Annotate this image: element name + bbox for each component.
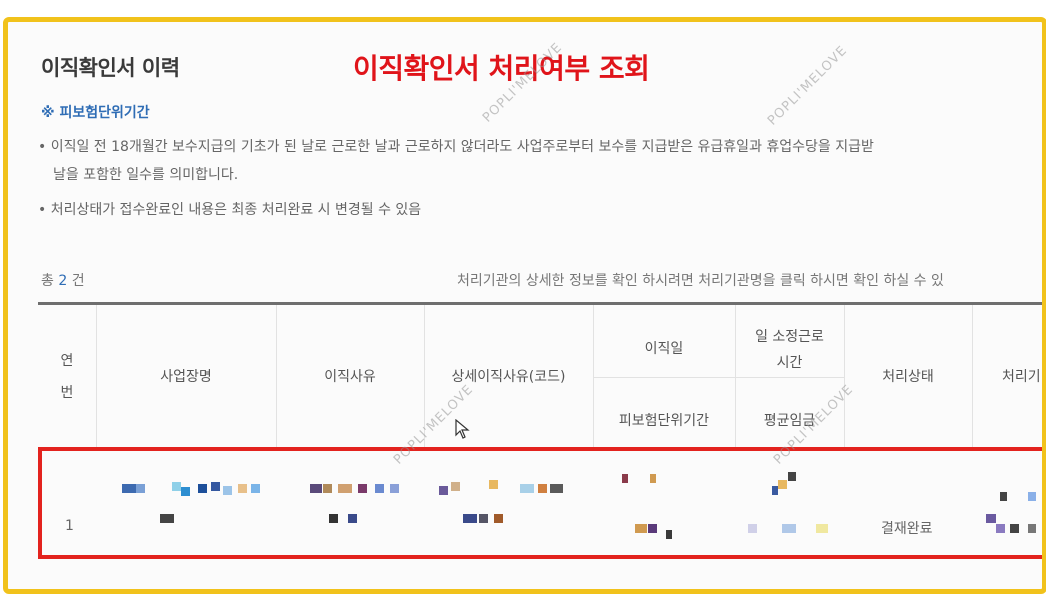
overlay-title: 이직확인서 처리여부 조회 (353, 52, 650, 85)
th-agency: 처리기 (1002, 369, 1041, 385)
agency-hint: 처리기관의 상세한 정보를 확인 하시려면 처리기관명을 클릭 하시면 확인 하… (457, 273, 944, 289)
th-work-hours: 일 소정근로 시간 (755, 329, 824, 371)
header-split (593, 377, 844, 378)
th-detail-reason: 상세이직사유(코드) (451, 369, 566, 385)
highlight-box (38, 447, 1042, 559)
section-title: 이직확인서 이력 (41, 56, 180, 80)
th-status: 처리상태 (882, 369, 934, 385)
screenshot-frame: 이직확인서 이력 이직확인서 처리여부 조회 ※ 피보험단위기간 • 이직일 전… (3, 17, 1046, 594)
insured-period-label: ※ 피보험단위기간 (41, 105, 150, 121)
total-suffix: 건 (71, 273, 85, 289)
note-line-2: • 처리상태가 접수완료인 내용은 최종 처리완료 시 변경될 수 있음 (38, 202, 422, 218)
note-line-1b: 날을 포함한 일수를 의미합니다. (53, 167, 239, 183)
history-table: 연 번 사업장명 이직사유 상세이직사유(코드) 이직일 피보험단위기간 일 소… (38, 302, 1042, 572)
th-insured-period: 피보험단위기간 (618, 413, 710, 429)
th-reason: 이직사유 (324, 369, 376, 385)
table-top-rule (38, 302, 1042, 305)
watermark: POPLI'MELOVE (765, 43, 851, 129)
th-leave-date: 이직일 (644, 341, 684, 357)
mouse-pointer-icon (455, 419, 470, 439)
th-workplace: 사업장명 (160, 369, 212, 385)
total-prefix: 총 (41, 273, 54, 289)
total-count: 총 2 건 (41, 270, 85, 290)
total-number: 2 (58, 273, 68, 289)
content-area: 이직확인서 이력 이직확인서 처리여부 조회 ※ 피보험단위기간 • 이직일 전… (8, 22, 1042, 589)
note-line-1: • 이직일 전 18개월간 보수지급의 기초가 된 날로 근로한 날과 근로하지… (38, 139, 874, 155)
th-no: 연 번 (60, 353, 74, 401)
